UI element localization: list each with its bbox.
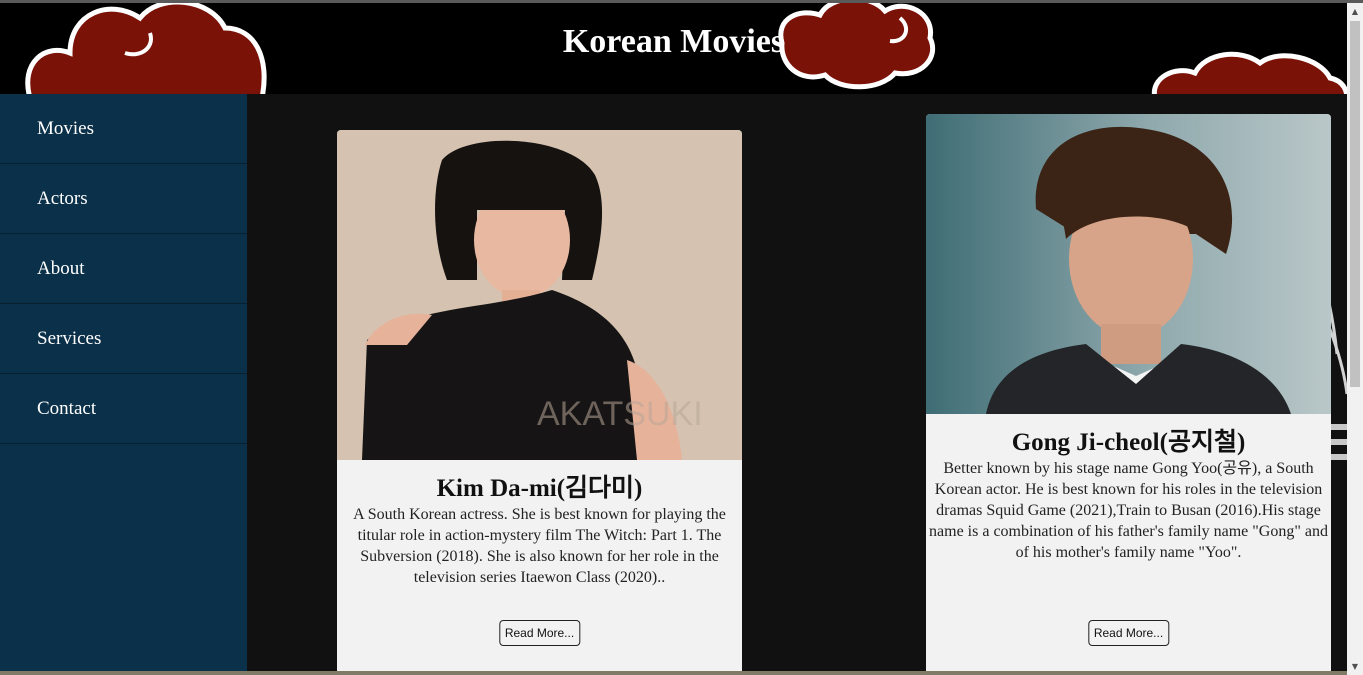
vertical-scrollbar[interactable]: ▲ ▼: [1347, 3, 1363, 675]
actor-name: Gong Ji-cheol(공지철): [1011, 429, 1246, 456]
scroll-thumb[interactable]: [1350, 21, 1360, 387]
actor-description: A South Korean actress. She is best know…: [353, 506, 726, 586]
scroll-up-arrow-icon[interactable]: ▲: [1347, 3, 1363, 20]
actor-card: Gong Ji-cheol(공지철) Better known by his s…: [926, 114, 1331, 675]
actor-name: Kim Da-mi(김다미): [436, 475, 643, 502]
main-content: AKATSUKI Kim Da-mi(김다미) A South Korean a…: [247, 94, 1347, 675]
read-more-button[interactable]: Read More...: [1087, 620, 1170, 646]
actor-photo: AKATSUKI: [337, 130, 742, 460]
sidebar-item-services[interactable]: Services: [0, 304, 247, 374]
photo-watermark: AKATSUKI: [537, 395, 703, 433]
actor-card: AKATSUKI Kim Da-mi(김다미) A South Korean a…: [337, 130, 742, 675]
sidebar-item-movies[interactable]: Movies: [0, 94, 247, 164]
page-header: Korean Movies: [0, 3, 1347, 94]
page-title: Korean Movies: [562, 23, 785, 60]
sidebar-item-actors[interactable]: Actors: [0, 164, 247, 234]
actor-photo: [926, 114, 1331, 414]
actor-description: Better known by his stage name Gong Yoo(…: [929, 460, 1328, 561]
taskbar-strip: [0, 671, 1347, 675]
sidebar-item-about[interactable]: About: [0, 234, 247, 304]
scroll-down-arrow-icon[interactable]: ▼: [1347, 658, 1363, 675]
read-more-button[interactable]: Read More...: [498, 620, 581, 646]
sidebar-item-contact[interactable]: Contact: [0, 374, 247, 444]
sidebar-nav: Movies Actors About Services Contact: [0, 94, 247, 675]
